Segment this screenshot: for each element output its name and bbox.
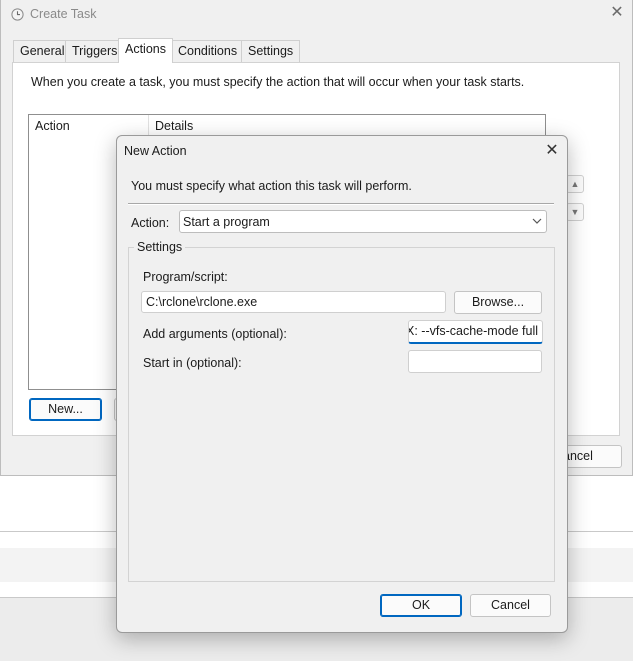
move-down-button[interactable]: ▼	[566, 203, 584, 221]
add-arguments-value: X: --vfs-cache-mode full	[408, 324, 538, 338]
browse-button[interactable]: Browse...	[454, 291, 542, 314]
settings-legend: Settings	[134, 240, 186, 254]
dialog-title: New Action	[124, 144, 187, 158]
tab-actions[interactable]: Actions	[118, 38, 173, 63]
new-action-button[interactable]: New...	[29, 398, 102, 421]
clock-icon	[11, 8, 24, 21]
start-in-input[interactable]	[408, 350, 542, 373]
column-header-details[interactable]: Details	[155, 119, 193, 133]
actions-description: When you create a task, you must specify…	[31, 75, 525, 89]
program-script-input[interactable]: C:\rclone\rclone.exe	[141, 291, 446, 313]
tab-settings[interactable]: Settings	[241, 40, 301, 62]
add-arguments-label: Add arguments (optional):	[143, 327, 287, 341]
tab-general[interactable]: General	[13, 40, 72, 62]
divider-highlight	[128, 204, 554, 205]
close-icon[interactable]: ✕	[541, 140, 563, 162]
ok-button[interactable]: OK	[380, 594, 462, 617]
tab-conditions[interactable]: Conditions	[171, 40, 245, 62]
action-dropdown-value: Start a program	[183, 215, 270, 229]
move-up-button[interactable]: ▲	[566, 175, 584, 193]
tab-triggers[interactable]: Triggers	[65, 40, 125, 62]
add-arguments-input[interactable]: X: --vfs-cache-mode full	[408, 320, 543, 344]
program-script-label: Program/script:	[143, 270, 228, 284]
chevron-down-icon	[532, 218, 542, 224]
column-header-action[interactable]: Action	[35, 119, 70, 133]
dialog-description: You must specify what action this task w…	[131, 179, 412, 193]
column-divider	[148, 115, 149, 136]
start-in-label: Start in (optional):	[143, 356, 242, 370]
close-icon[interactable]: ✕	[607, 3, 627, 23]
action-label: Action:	[131, 216, 170, 230]
window-title: Create Task	[30, 7, 97, 21]
cancel-button[interactable]: Cancel	[470, 594, 551, 617]
